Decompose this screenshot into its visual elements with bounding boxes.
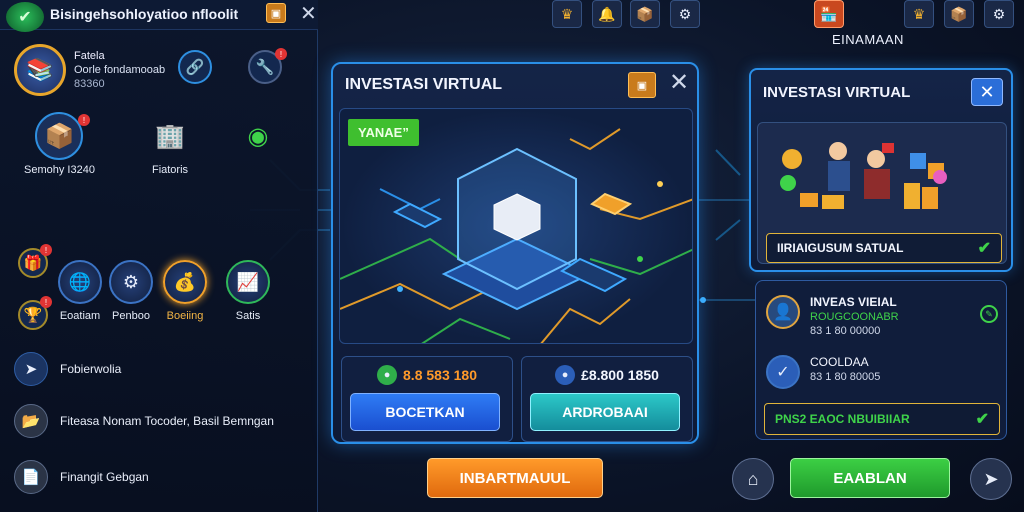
- green-coin-icon: ◉: [247, 122, 269, 150]
- avatar: 👤: [766, 295, 800, 329]
- chest-icon[interactable]: 📦: [944, 0, 974, 28]
- arrow-icon: ➤: [14, 352, 48, 386]
- accounts-card: 👤 INVEAS VIEIAL ROUGCOONABR 83 1 80 0000…: [755, 280, 1007, 440]
- account-number: 83 1 80 00000: [810, 325, 881, 337]
- bell-icon[interactable]: 🔔: [592, 0, 622, 28]
- footer-status-row: PNS2 EAOC NBUIBIIAR ✔: [764, 403, 1000, 435]
- sell-price-line: ● £8.800 1850: [522, 365, 692, 385]
- menu-row[interactable]: 📂 Fiteasa Nonam Tocoder, Basil Bemngan: [14, 404, 274, 438]
- close-icon[interactable]: ✕: [669, 71, 689, 95]
- card-title: INVESTASI VIRTUAL: [763, 84, 911, 101]
- sell-price: £8.800 1850: [581, 367, 659, 383]
- green-coin-icon: ●: [377, 365, 398, 385]
- sell-button[interactable]: ARDROBAAI: [530, 393, 680, 431]
- app-logo-icon: ✔: [6, 2, 44, 32]
- crown-icon[interactable]: ♛: [552, 0, 582, 28]
- account-name: COOLDAA: [810, 355, 869, 369]
- menu-row-label: Fobierwolia: [60, 362, 122, 376]
- tile-inventory-label: Semohy I3240: [24, 164, 95, 176]
- document-icon: 📄: [14, 460, 48, 494]
- machine-icon: ⚙: [109, 260, 153, 304]
- link-icon[interactable]: 🔗: [178, 50, 212, 84]
- send-icon-button[interactable]: ➤: [970, 458, 1012, 500]
- close-icon[interactable]: ✕: [971, 78, 1003, 106]
- category-eoatiam[interactable]: 🌐 Eoatiam: [52, 260, 108, 322]
- cardboard-box-icon: 📦: [35, 112, 84, 160]
- folder-icon: 📂: [14, 404, 48, 438]
- globe-icon: 🌐: [58, 260, 102, 304]
- right-panel-title: EINAMAAN: [832, 32, 904, 47]
- account-row[interactable]: 👤 INVEAS VIEIAL ROUGCOONABR 83 1 80 0000…: [766, 295, 899, 337]
- investment-modal: INVESTASI VIRTUAL ▣ ✕ YANAE” ● 8.8 583 1…: [331, 62, 699, 444]
- card-status-row: IIRIAIGUSUM SATUAL ✔: [766, 233, 1002, 263]
- verified-icon: ✓: [766, 355, 800, 389]
- avatar[interactable]: 📚: [14, 44, 66, 96]
- menu-row-label: Finangit Gebgan: [60, 470, 149, 484]
- buy-card: ● 8.8 583 180 BOCETKAN: [341, 356, 513, 442]
- notification-badge: !: [40, 244, 52, 256]
- checkmark-icon: ✔: [977, 240, 991, 257]
- right-investment-card: INVESTASI VIRTUAL ✕ IIRIAIGUSUM SATUAL ✔: [749, 68, 1013, 272]
- category-label: Boeiing: [166, 310, 204, 322]
- settings-icon[interactable]: ⚙: [984, 0, 1014, 28]
- tile-factory-label: Fiatoris: [151, 164, 189, 176]
- blue-coin-icon: ●: [555, 365, 576, 385]
- menu-row-label: Fiteasa Nonam Tocoder, Basil Bemngan: [60, 414, 274, 428]
- shop-icon[interactable]: 🏪: [814, 0, 844, 28]
- notification-badge: !: [78, 114, 90, 126]
- left-header: ✔ Bisingehsohloyatioo nfloolit ▣ ✕: [0, 0, 318, 32]
- app-title: Bisingehsohloyatioo nfloolit: [50, 6, 239, 22]
- notification-badge: !: [275, 48, 287, 60]
- modal-title: INVESTASI VIRTUAL: [345, 76, 503, 93]
- category-satis[interactable]: 📈 Satis: [220, 260, 276, 322]
- crown-icon[interactable]: ♛: [904, 0, 934, 28]
- tile-coin[interactable]: ◉: [234, 112, 282, 160]
- coin-bag-icon: 💰: [163, 260, 207, 304]
- card-status-label: IIRIAIGUSUM SATUAL: [777, 241, 904, 255]
- account-name: INVEAS VIEIAL: [810, 295, 897, 309]
- account-status: ROUGCOONABR: [810, 311, 899, 323]
- window-icon-button[interactable]: ▣: [266, 3, 286, 23]
- profile-number: 83360: [74, 78, 105, 90]
- tile-factory[interactable]: 🏢 Fiatoris: [146, 112, 194, 177]
- buy-price: 8.8 583 180: [403, 367, 477, 383]
- edit-icon[interactable]: ✎: [980, 305, 998, 323]
- settings-icon[interactable]: ⚙: [670, 0, 700, 28]
- category-boeiing[interactable]: 💰 Boeiing: [157, 260, 213, 322]
- profile-name: Fatela: [74, 50, 105, 62]
- building-icon: 🏢: [155, 122, 185, 150]
- category-label: Penboo: [112, 310, 150, 322]
- sell-card: ● £8.800 1850 ARDROBAAI: [521, 356, 693, 442]
- close-icon[interactable]: ✕: [300, 4, 317, 24]
- menu-row[interactable]: 📄 Finangit Gebgan: [14, 460, 149, 494]
- chart-icon: 📈: [226, 260, 270, 304]
- main-action-button[interactable]: INBARTMAUUL: [427, 458, 603, 498]
- traders-illustration: IIRIAIGUSUM SATUAL ✔: [757, 122, 1007, 264]
- investment-illustration: YANAE”: [339, 108, 693, 344]
- buy-button[interactable]: BOCETKAN: [350, 393, 500, 431]
- footer-status-label: PNS2 EAOC NBUIBIIAR: [775, 412, 910, 426]
- menu-row[interactable]: ➤ Fobierwolia: [14, 352, 121, 386]
- chest-icon[interactable]: 📦: [630, 0, 660, 28]
- category-label: Satis: [235, 310, 261, 322]
- notification-badge: !: [40, 296, 52, 308]
- home-icon-button[interactable]: ⌂: [732, 458, 774, 500]
- window-icon-button[interactable]: ▣: [628, 72, 656, 98]
- status-tag: YANAE”: [348, 119, 419, 146]
- buy-price-line: ● 8.8 583 180: [342, 365, 512, 385]
- confirm-button[interactable]: EAABLAN: [790, 458, 950, 498]
- checkmark-icon: ✔: [975, 411, 989, 428]
- category-penboo[interactable]: ⚙ Penboo: [103, 260, 159, 322]
- traders-coins-illustration: [780, 142, 947, 209]
- left-panel: ✔ Bisingehsohloyatioo nfloolit ▣ ✕ 📚 Fat…: [0, 0, 318, 512]
- account-number: 83 1 80 80005: [810, 371, 881, 383]
- profile-subtitle: Oorle fondamooab: [74, 64, 166, 76]
- category-label: Eoatiam: [59, 310, 101, 322]
- account-row[interactable]: ✓ COOLDAA 83 1 80 80005: [766, 355, 880, 389]
